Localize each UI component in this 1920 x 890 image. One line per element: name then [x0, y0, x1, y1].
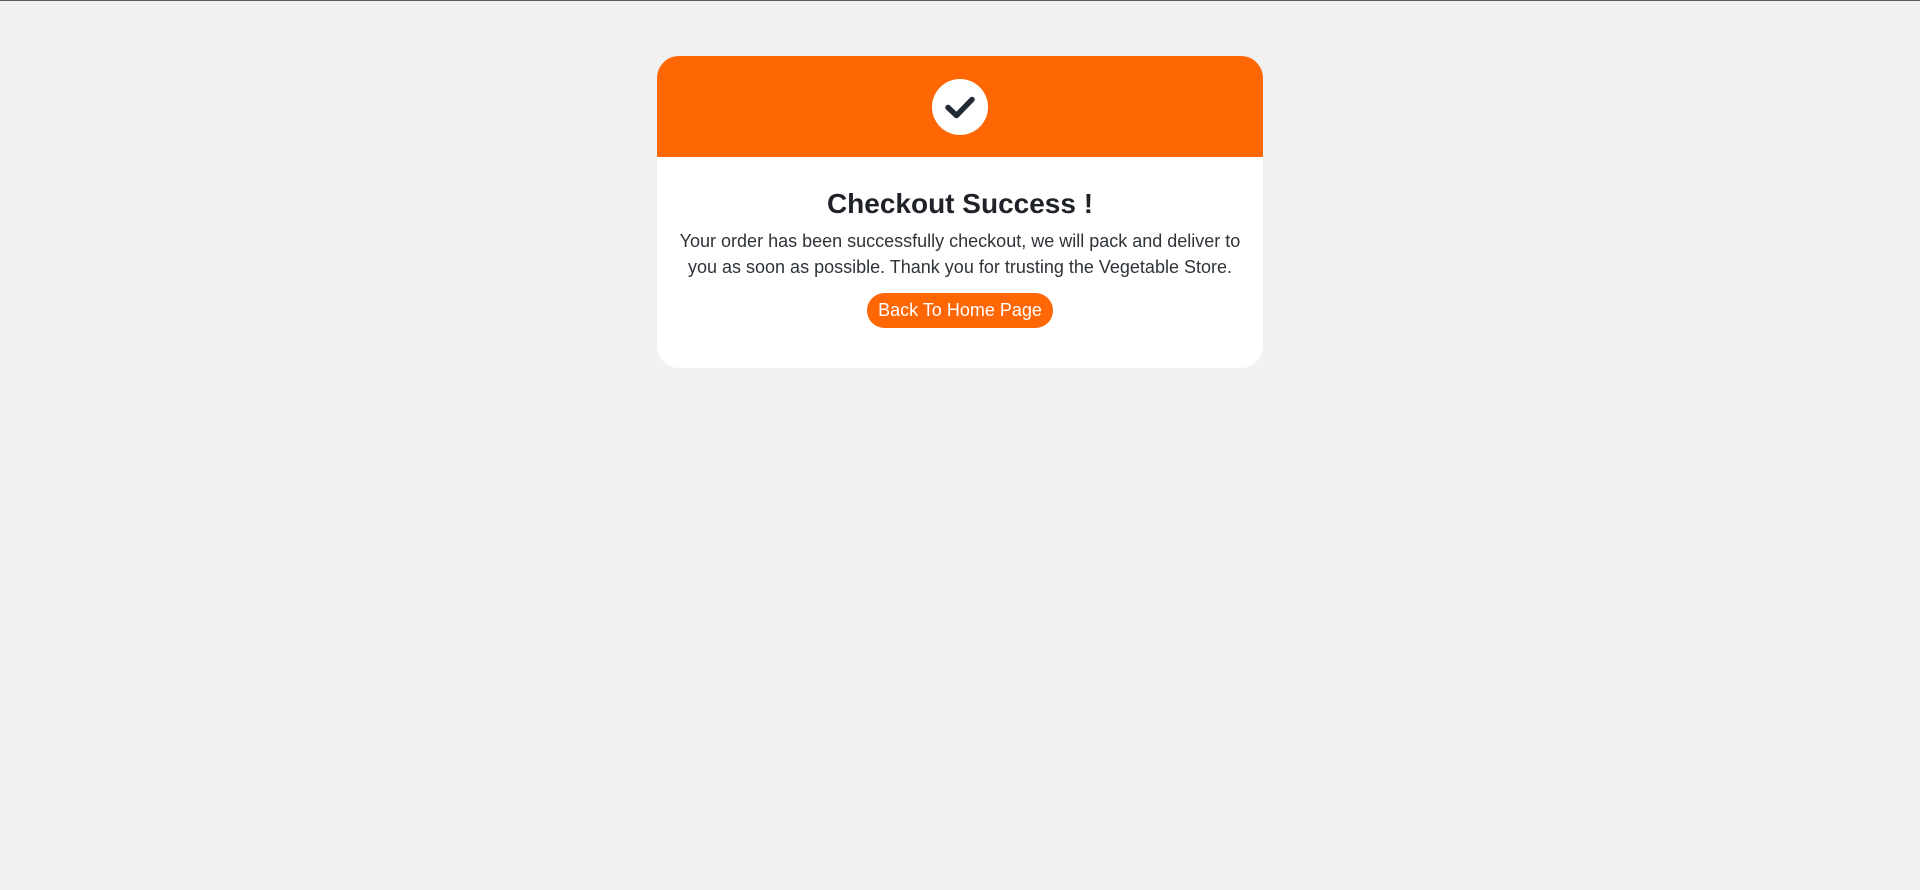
success-message: Your order has been successfully checkou… — [679, 231, 1241, 277]
card-body: Checkout Success ! Your order has been s… — [657, 157, 1263, 328]
back-to-home-button[interactable]: Back To Home Page — [867, 293, 1053, 328]
window-top-border — [0, 0, 1920, 1]
card-header — [657, 56, 1263, 157]
success-badge — [932, 78, 988, 135]
checkmark-icon — [945, 96, 975, 118]
checkout-success-card: Checkout Success ! Your order has been s… — [657, 56, 1263, 368]
page-title: Checkout Success ! — [826, 188, 1094, 219]
